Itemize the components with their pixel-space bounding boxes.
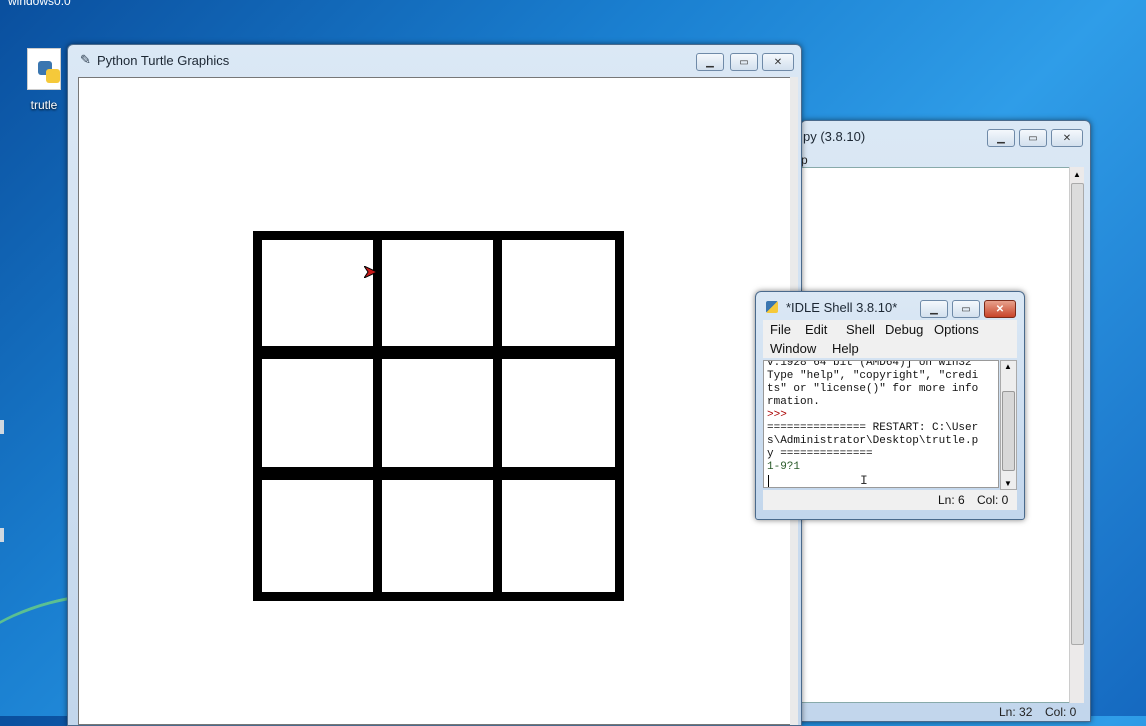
editor-title: py (3.8.10) — [803, 129, 866, 144]
python-file-icon — [27, 48, 61, 90]
console-output: 1-9?1 — [767, 461, 801, 473]
feather-icon: ✎ — [80, 52, 91, 67]
turtle-title: Python Turtle Graphics — [97, 53, 230, 68]
turtle-titlebar[interactable]: ✎ Python Turtle Graphics ▁ ▭ ✕ — [68, 45, 801, 75]
maximize-button[interactable]: ▭ — [730, 53, 758, 71]
grid-cell — [373, 350, 502, 476]
idle-shell-window[interactable]: *IDLE Shell 3.8.10* ▁ ▭ ✕ File Edit Shel… — [755, 291, 1025, 520]
minimize-button[interactable]: ▁ — [696, 53, 724, 71]
console-line: rmation. — [767, 396, 820, 408]
grid-cell — [493, 471, 624, 601]
maximize-button[interactable]: ▭ — [1019, 129, 1047, 147]
console-prompt: >>> — [767, 409, 787, 421]
menu-options[interactable]: Options — [934, 322, 979, 337]
editor-menu-fragment[interactable]: p — [801, 153, 808, 167]
maximize-button[interactable]: ▭ — [952, 300, 980, 318]
grid-cell — [253, 471, 382, 601]
editor-titlebar[interactable]: py (3.8.10) ▁ ▭ ✕ — [801, 121, 1090, 151]
shell-status-line: Ln: 6 — [938, 493, 965, 507]
scroll-down-icon[interactable]: ▼ — [1004, 479, 1012, 488]
grid-cell — [373, 231, 502, 355]
console-line: Type "help", "copyright", "credi — [767, 370, 979, 382]
console-line: y ============== — [767, 448, 873, 460]
desktop-icon-label: trutle — [30, 98, 58, 112]
scroll-thumb[interactable] — [1071, 183, 1084, 645]
grid-cell — [493, 350, 624, 476]
editor-status-col: Col: 0 — [1045, 705, 1077, 719]
minimize-button[interactable]: ▁ — [987, 129, 1015, 147]
shell-title: *IDLE Shell 3.8.10* — [786, 300, 898, 315]
grid-cell — [373, 471, 502, 601]
shell-scrollbar[interactable]: ▲ ▼ — [1000, 360, 1017, 490]
scroll-up-icon[interactable]: ▲ — [1073, 170, 1081, 179]
turtle-graphics-window[interactable]: ✎ Python Turtle Graphics ▁ ▭ ✕ — [67, 44, 802, 726]
minimize-button[interactable]: ▁ — [920, 300, 948, 318]
editor-statusbar: Ln: 32 Col: 0 — [801, 703, 1084, 721]
desktop-edge-mark — [0, 420, 4, 434]
shell-statusbar: Ln: 6 Col: 0 — [763, 490, 1017, 510]
menu-file[interactable]: File — [770, 322, 791, 337]
console-line: =============== RESTART: C:\User — [767, 422, 979, 434]
menu-debug[interactable]: Debug — [885, 322, 923, 337]
python-icon — [766, 301, 778, 313]
shell-menubar: File Edit Shell Debug Options Window Hel… — [763, 320, 1017, 358]
turtle-canvas[interactable] — [78, 77, 792, 725]
menu-window[interactable]: Window — [770, 341, 816, 356]
editor-scrollbar[interactable]: ▲ — [1069, 167, 1084, 703]
grid-cell — [493, 231, 624, 355]
ibeam-cursor-icon: I — [860, 473, 868, 488]
desktop-top-text: windows0.0 — [8, 0, 71, 8]
grid-cell — [253, 350, 382, 476]
console-line: ts" or "license()" for more info — [767, 383, 979, 395]
desktop-file-icon[interactable]: trutle — [22, 48, 66, 112]
scroll-up-icon[interactable]: ▲ — [1004, 362, 1012, 371]
scroll-thumb[interactable] — [1002, 391, 1015, 471]
close-button[interactable]: ✕ — [984, 300, 1016, 318]
shell-console[interactable]: v.1928 64 bit (AMD64)] on win32 Type "he… — [763, 360, 999, 488]
console-line: v.1928 64 bit (AMD64)] on win32 — [767, 360, 972, 369]
console-line: s\Administrator\Desktop\trutle.p — [767, 435, 979, 447]
menu-edit[interactable]: Edit — [805, 322, 827, 337]
shell-titlebar[interactable]: *IDLE Shell 3.8.10* ▁ ▭ ✕ — [756, 292, 1024, 322]
close-button[interactable]: ✕ — [762, 53, 794, 71]
grid-cell — [253, 231, 382, 355]
turtle-cursor-icon — [364, 266, 378, 278]
menu-shell[interactable]: Shell — [846, 322, 875, 337]
desktop-edge-mark — [0, 528, 4, 542]
menu-help[interactable]: Help — [832, 341, 859, 356]
close-button[interactable]: ✕ — [1051, 129, 1083, 147]
text-caret — [768, 475, 769, 487]
shell-status-col: Col: 0 — [977, 493, 1009, 507]
editor-status-line: Ln: 32 — [999, 705, 1033, 719]
